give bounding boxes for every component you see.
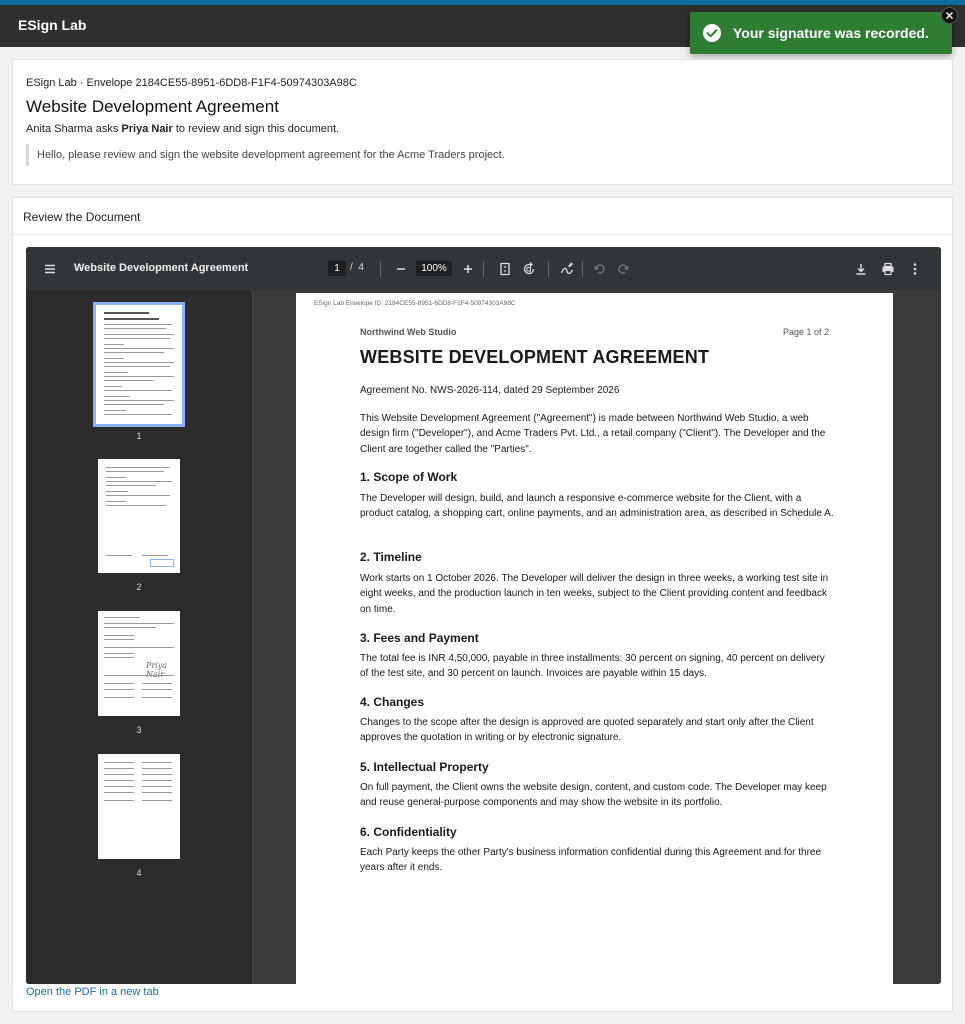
sender-message: Hello, please review and sign the websit… <box>26 144 505 166</box>
pdf-viewer: Website Development Agreement 1 / 4 100% <box>26 247 941 984</box>
section-heading: 2. Timeline <box>360 550 422 564</box>
thumbnail-sidebar: 1 2 Priya 3 4 <box>26 290 253 984</box>
review-card: Review the Document Website Development … <box>12 197 953 1012</box>
page-thumbnail[interactable] <box>93 302 185 427</box>
section-heading: 4. Changes <box>360 695 425 709</box>
thumbnail-label: 2 <box>136 582 142 592</box>
download-icon[interactable] <box>853 261 869 277</box>
thumbnail-label: 3 <box>136 725 142 735</box>
envelope-card: ESign Lab · Envelope 2184CE55-8951-6DD8-… <box>12 59 953 185</box>
section-body: The Developer will design, build, and la… <box>360 493 834 520</box>
section-heading: 3. Fees and Payment <box>360 631 479 645</box>
zoom-out-icon[interactable] <box>393 261 409 277</box>
page-count: / 4 <box>350 262 364 273</box>
fit-page-icon[interactable] <box>497 261 513 277</box>
section-body: Each Party keeps the other Party's busin… <box>360 847 822 874</box>
pdf-page: ESign Lab Envelope ID: 2184CE55-8951-6DD… <box>296 293 893 984</box>
success-toast: Your signature was recorded. <box>690 12 952 54</box>
toolbar-divider <box>483 261 484 277</box>
ask-suffix: to review and sign this document. <box>175 123 340 135</box>
open-pdf-new-tab-link[interactable]: Open the PDF in a new tab <box>26 986 159 998</box>
zoom-in-icon[interactable] <box>460 261 476 277</box>
toolbar-divider <box>380 261 381 277</box>
page-thumbnail[interactable] <box>98 459 180 573</box>
annotate-icon[interactable] <box>559 261 575 277</box>
section-heading: 1. Scope of Work <box>360 470 458 484</box>
print-icon[interactable] <box>880 261 896 277</box>
section-heading: 5. Intellectual Property <box>360 760 489 774</box>
document-title: Website Development Agreement <box>26 97 279 116</box>
section-heading: 6. Confidentiality <box>360 825 457 839</box>
document-pane: ESign Lab Envelope ID: 2184CE55-8951-6DD… <box>253 290 941 984</box>
thumbnail-label: 4 <box>136 868 142 878</box>
page-thumbnail[interactable] <box>98 754 180 859</box>
agreement-number: Agreement No. NWS-2026-114, dated 29 Sep… <box>360 385 620 396</box>
ask-prefix: asks <box>95 123 119 135</box>
page-company: Northwind Web Studio <box>360 327 457 337</box>
page-thumbnail[interactable]: Priya Nair <box>98 611 180 716</box>
check-circle-icon <box>702 23 722 43</box>
section-body: Changes to the scope after the design is… <box>360 717 814 744</box>
more-vert-icon[interactable] <box>907 261 923 277</box>
pdf-title: Website Development Agreement <box>74 262 249 274</box>
toast-close-button[interactable] <box>941 7 958 24</box>
agreement-title: WEBSITE DEVELOPMENT AGREEMENT <box>360 347 710 367</box>
toast-message: Your signature was recorded. <box>733 25 929 41</box>
page-envelope-id: ESign Lab Envelope ID: 2184CE55-8951-6DD… <box>314 300 516 307</box>
intro-paragraph: This Website Development Agreement ("Agr… <box>360 413 826 455</box>
request-line: Anita Sharma asks Priya Nair to review a… <box>26 123 339 135</box>
toolbar-divider <box>548 261 549 277</box>
undo-icon[interactable] <box>592 261 608 277</box>
thumbnail-label: 1 <box>136 431 142 441</box>
section-body: On full payment, the Client owns the web… <box>360 782 827 809</box>
zoom-level[interactable]: 100% <box>416 261 452 276</box>
review-header: Review the Document <box>13 198 952 235</box>
close-icon <box>946 12 953 19</box>
signer-name: Priya Nair <box>121 123 173 135</box>
toolbar-divider <box>582 261 583 277</box>
rotate-icon[interactable] <box>521 261 537 277</box>
page-of-label: Page 1 of 2 <box>783 327 830 337</box>
redo-icon[interactable] <box>615 261 631 277</box>
section-body: The total fee is INR 4,50,000, payable i… <box>360 653 825 680</box>
sender-name: Anita Sharma <box>26 123 93 135</box>
pdf-toolbar: Website Development Agreement 1 / 4 100% <box>26 247 941 290</box>
menu-icon[interactable] <box>42 261 58 277</box>
app-title: ESign Lab <box>18 17 87 33</box>
review-heading: Review the Document <box>23 210 141 224</box>
envelope-id-line: ESign Lab · Envelope 2184CE55-8951-6DD8-… <box>26 77 357 89</box>
page-number-input[interactable]: 1 <box>328 261 346 276</box>
section-body: Work starts on 1 October 2026. The Devel… <box>360 573 829 615</box>
